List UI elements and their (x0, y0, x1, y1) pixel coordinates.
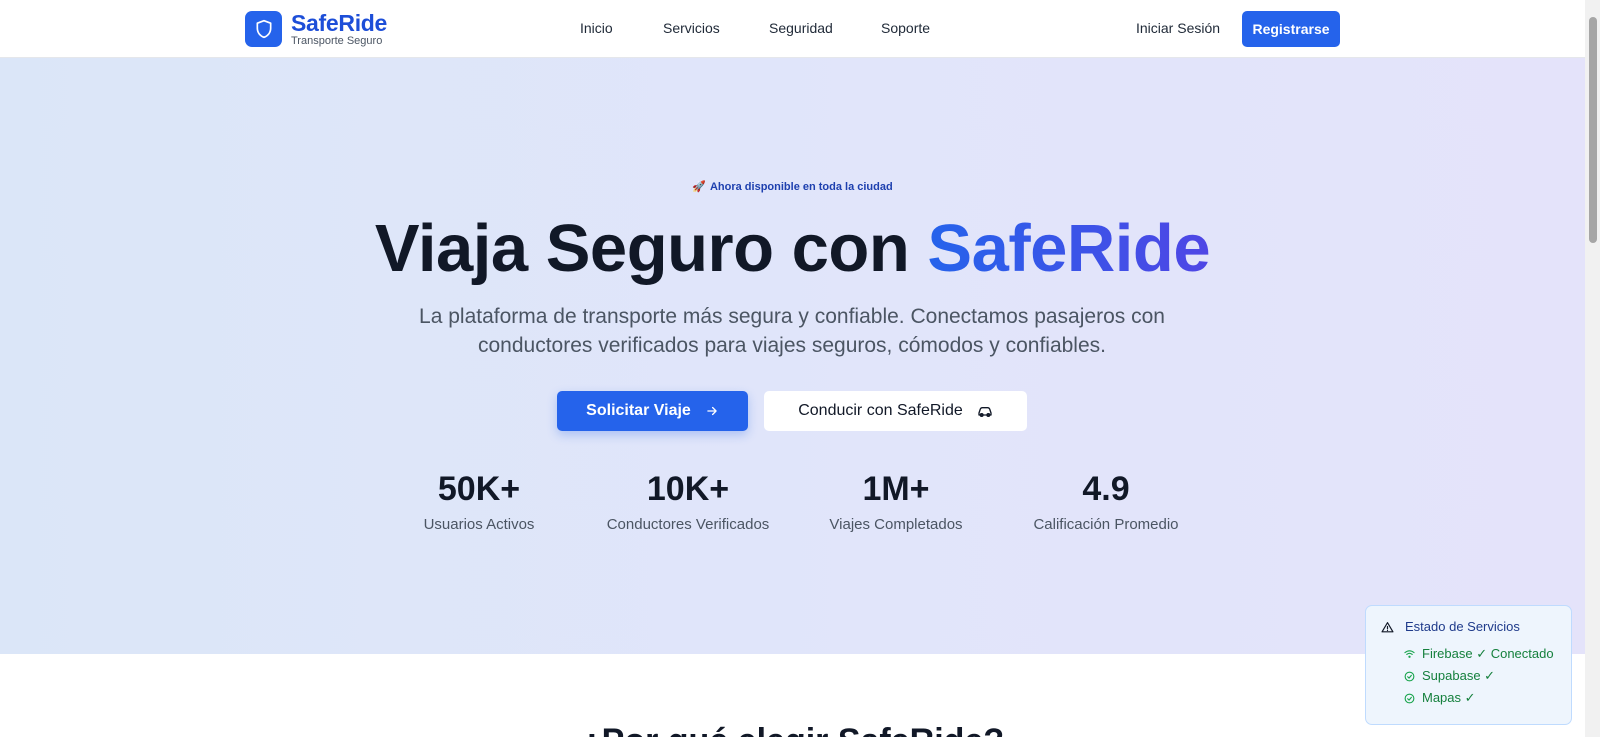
why-choose-title: ¿Por qué elegir SafeRide? (0, 722, 1585, 737)
status-item-firebase: Firebase ✓ Conectado (1404, 646, 1554, 662)
page-scrollbar[interactable] (1585, 0, 1600, 737)
stat-label: Viajes Completados (829, 516, 963, 533)
stat-label: Calificación Promedio (1033, 516, 1179, 533)
stat-value: 1M+ (862, 470, 930, 508)
check-circle-icon (1404, 671, 1416, 682)
stat-value: 50K+ (437, 470, 521, 508)
status-item-supabase: Supabase ✓ (1404, 668, 1495, 684)
stat-average-rating: 4.9 Calificación Promedio (1029, 470, 1183, 533)
rocket-icon: 🚀 (692, 181, 706, 193)
check-circle-icon (1404, 693, 1416, 704)
status-label: Firebase ✓ Conectado (1422, 646, 1554, 661)
nav-item-inicio[interactable]: Inicio (580, 20, 613, 36)
availability-badge: 🚀 Ahora disponible en toda la ciudad (0, 180, 1585, 193)
hero-title-accent: SafeRide (927, 211, 1211, 286)
stat-label: Usuarios Activos (423, 516, 535, 533)
car-icon (977, 404, 993, 418)
drive-label: Conducir con SafeRide (798, 402, 963, 419)
stat-value: 10K+ (646, 470, 730, 508)
hero-section: 🚀 Ahora disponible en toda la ciudad Viaj… (0, 58, 1585, 654)
service-status-panel: Estado de Servicios Firebase ✓ Conectado… (1365, 605, 1572, 725)
stat-completed-trips: 1M+ Viajes Completados (826, 470, 966, 533)
stat-value: 4.9 (1082, 470, 1130, 508)
request-ride-label: Solicitar Viaje (586, 402, 691, 419)
register-button[interactable]: Registrarse (1242, 11, 1340, 47)
arrow-right-icon (705, 404, 719, 418)
brand-tagline: Transporte Seguro (291, 34, 383, 47)
request-ride-button[interactable]: Solicitar Viaje (557, 391, 748, 431)
status-label: Supabase ✓ (1422, 668, 1496, 683)
login-link[interactable]: Iniciar Sesión (1136, 20, 1220, 36)
availability-text: Ahora disponible en toda la ciudad (709, 181, 893, 193)
service-status-title: Estado de Servicios (1405, 619, 1520, 634)
brand-logo[interactable]: SafeRide Transporte Seguro (245, 11, 387, 47)
nav-item-servicios[interactable]: Servicios (663, 20, 720, 36)
stat-active-users: 50K+ Usuarios Activos (419, 470, 539, 533)
stat-verified-drivers: 10K+ Conductores Verificados (602, 470, 774, 533)
nav-item-seguridad[interactable]: Seguridad (769, 20, 833, 36)
top-navbar: SafeRide Transporte Seguro Inicio Servic… (0, 0, 1585, 58)
stat-label: Conductores Verificados (606, 516, 770, 533)
status-item-maps: Mapas ✓ (1404, 690, 1476, 706)
scrollbar-thumb[interactable] (1589, 17, 1597, 243)
hero-title-main: Viaja Seguro con (374, 211, 928, 286)
hero-subtitle: La plataforma de transporte más segura y… (419, 305, 1165, 357)
wifi-icon (1404, 649, 1416, 659)
brand-name: SafeRide (291, 9, 388, 36)
status-label: Mapas ✓ (1422, 690, 1476, 705)
nav-item-soporte[interactable]: Soporte (881, 20, 930, 36)
warning-triangle-icon (1381, 621, 1394, 639)
drive-with-saferide-button[interactable]: Conducir con SafeRide (764, 391, 1027, 431)
hero-title: Viaja Seguro con SafeRide (0, 210, 1585, 287)
shield-icon (245, 11, 282, 47)
